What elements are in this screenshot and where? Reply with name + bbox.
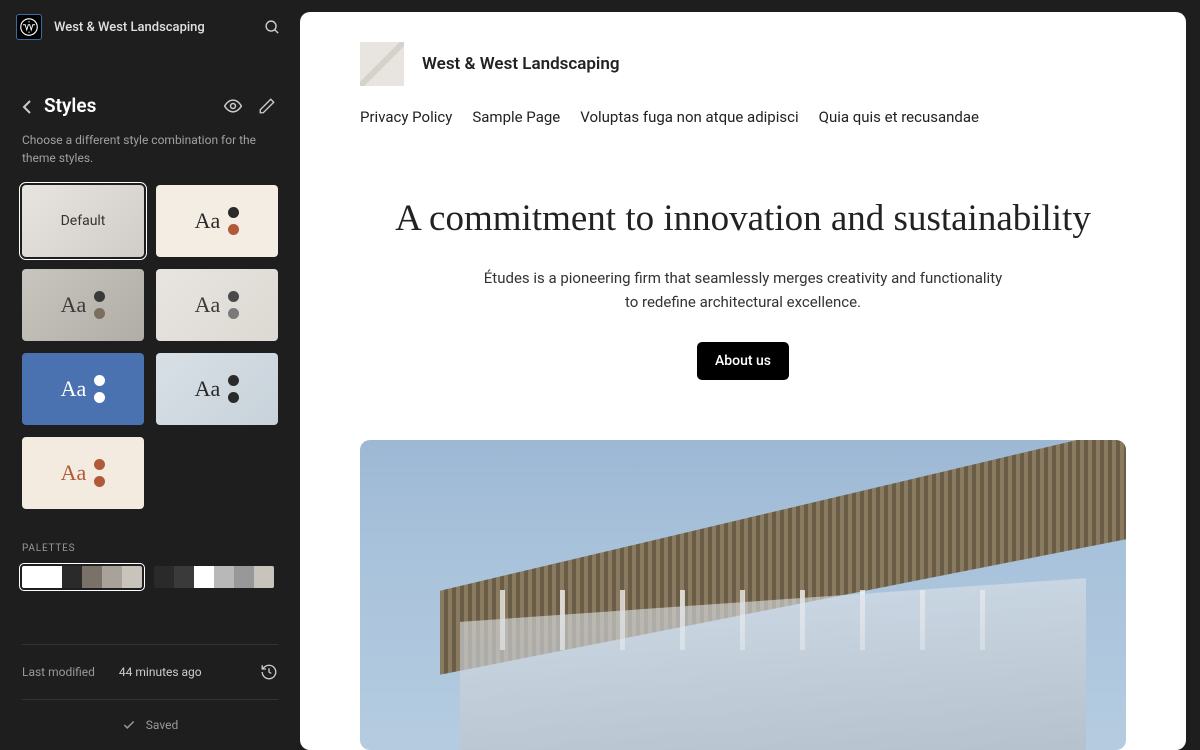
styles-header: Styles (0, 54, 300, 131)
site-name[interactable]: West & West Landscaping (54, 20, 248, 35)
nav-link[interactable]: Privacy Policy (360, 108, 452, 126)
palette-option[interactable] (22, 566, 142, 588)
color-dots (94, 375, 105, 403)
sidebar-footer: Last modified 44 minutes ago Saved (0, 644, 300, 750)
palettes-section: PALETTES (0, 509, 300, 588)
hero-title[interactable]: A commitment to innovation and sustainab… (360, 196, 1126, 242)
palettes-label: PALETTES (22, 543, 278, 554)
style-preview-icon[interactable] (222, 95, 244, 117)
typography-sample: Aa (195, 208, 221, 234)
nav-link[interactable]: Quia quis et recusandae (819, 108, 979, 126)
typography-sample: Aa (61, 376, 87, 402)
color-dots (228, 291, 239, 319)
typography-sample: Aa (195, 292, 221, 318)
editor-sidebar: West & West Landscaping Styles Choose a … (0, 0, 300, 750)
history-icon[interactable] (260, 663, 278, 681)
hero-image[interactable] (360, 440, 1126, 750)
preview-site-title[interactable]: West & West Landscaping (422, 54, 620, 74)
preview-canvas: West & West Landscaping Privacy Policy S… (300, 0, 1200, 750)
panel-description: Choose a different style combination for… (0, 131, 300, 185)
hero-cta-button[interactable]: About us (697, 342, 789, 380)
palette-option[interactable] (154, 566, 274, 588)
style-variation-label: Default (61, 213, 106, 229)
style-variation[interactable]: Aa (22, 437, 144, 509)
site-preview[interactable]: West & West Landscaping Privacy Policy S… (300, 12, 1186, 750)
style-variation[interactable]: Aa (156, 269, 278, 341)
edit-icon[interactable] (256, 95, 278, 117)
saved-status: Saved (22, 700, 278, 750)
palettes-row (22, 566, 278, 588)
color-dots (94, 291, 105, 319)
preview-navigation: Privacy Policy Sample Page Voluptas fuga… (360, 108, 1126, 126)
last-modified-label: Last modified (22, 665, 95, 679)
wordpress-logo[interactable] (16, 14, 42, 40)
style-variation[interactable]: Aa (22, 353, 144, 425)
saved-label: Saved (146, 718, 178, 732)
color-dots (228, 207, 239, 235)
sidebar-top-bar: West & West Landscaping (0, 0, 300, 54)
hero-subtitle[interactable]: Études is a pioneering firm that seamles… (483, 266, 1003, 314)
preview-header: West & West Landscaping (360, 42, 1126, 86)
style-variation-default[interactable]: Default (22, 185, 144, 257)
typography-sample: Aa (61, 460, 87, 486)
style-variations-grid: Default Aa Aa Aa Aa Aa Aa (0, 185, 300, 509)
color-dots (228, 375, 239, 403)
nav-link[interactable]: Sample Page (472, 108, 560, 126)
typography-sample: Aa (61, 292, 87, 318)
nav-link[interactable]: Voluptas fuga non atque adipisci (580, 108, 798, 126)
site-logo-placeholder[interactable] (360, 42, 404, 86)
style-variation[interactable]: Aa (156, 185, 278, 257)
style-variation[interactable]: Aa (22, 269, 144, 341)
search-icon[interactable] (260, 15, 284, 39)
color-dots (94, 459, 105, 487)
panel-title: Styles (44, 94, 210, 117)
back-icon[interactable] (22, 99, 32, 113)
typography-sample: Aa (195, 376, 221, 402)
style-variation[interactable]: Aa (156, 353, 278, 425)
last-modified-row: Last modified 44 minutes ago (22, 644, 278, 700)
check-icon (122, 718, 136, 732)
last-modified-time: 44 minutes ago (119, 665, 260, 679)
preview-hero: A commitment to innovation and sustainab… (360, 196, 1126, 380)
